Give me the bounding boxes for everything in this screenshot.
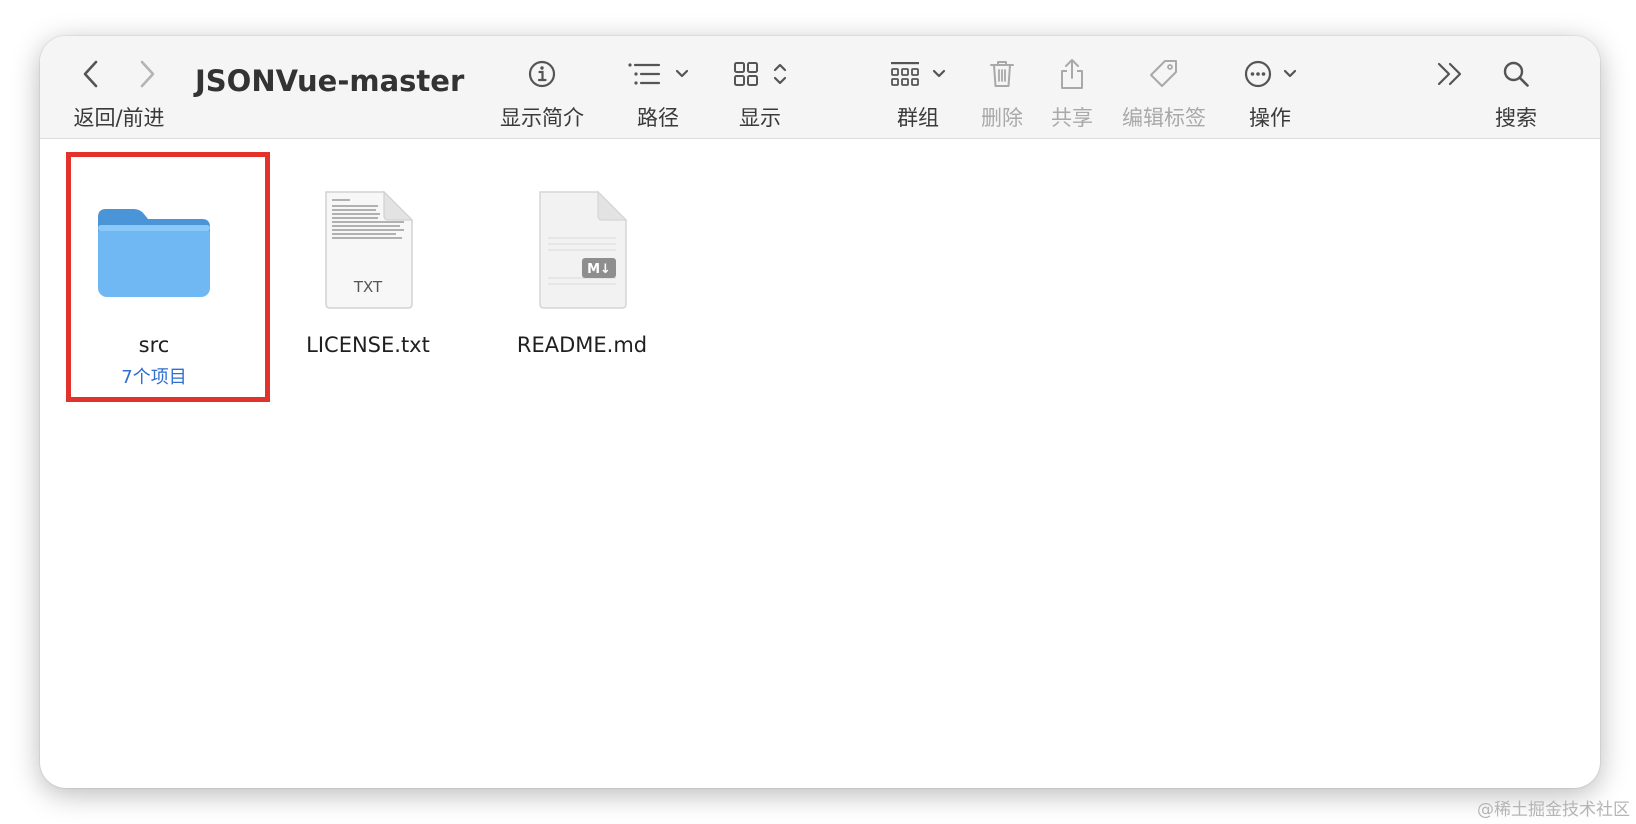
toolbar: 返回/前进 JSONVue-master 显示简介 路径 显示 群组 删除 共享… bbox=[40, 36, 1600, 139]
file-item-license[interactable]: TXT LICENSE.txt bbox=[268, 179, 468, 357]
share-button[interactable]: 共享 bbox=[1032, 36, 1112, 138]
path-label: 路径 bbox=[637, 106, 679, 130]
list-path-icon bbox=[628, 63, 661, 85]
group-label: 群组 bbox=[897, 106, 939, 130]
trash-icon bbox=[990, 61, 1014, 87]
file-name: README.md bbox=[516, 333, 648, 357]
file-item-readme[interactable]: M↓ README.md bbox=[482, 179, 682, 357]
delete-button[interactable]: 删除 bbox=[962, 36, 1042, 138]
search-icon bbox=[1503, 61, 1529, 87]
file-name: LICENSE.txt bbox=[306, 333, 430, 357]
share-icon bbox=[1061, 59, 1083, 89]
chevron-down-icon bbox=[1283, 69, 1297, 78]
info-button[interactable]: 显示简介 bbox=[492, 36, 592, 138]
window-title: JSONVue-master bbox=[195, 64, 465, 98]
edit-tags-button[interactable]: 编辑标签 bbox=[1112, 36, 1216, 138]
action-label: 操作 bbox=[1249, 106, 1291, 130]
edit-tags-label: 编辑标签 bbox=[1122, 106, 1206, 130]
info-icon bbox=[528, 60, 556, 88]
nav-label: 返回/前进 bbox=[73, 106, 165, 130]
grid-view-icon bbox=[734, 62, 758, 86]
file-browser-area: src 7个项目 TXT LICENSE.txt M↓ README.md bbox=[40, 139, 1600, 788]
view-label: 显示 bbox=[739, 106, 781, 130]
view-button[interactable]: 显示 bbox=[710, 36, 810, 138]
overflow-button[interactable] bbox=[1420, 36, 1480, 138]
highlight-box bbox=[66, 152, 270, 402]
action-button[interactable]: 操作 bbox=[1220, 36, 1320, 138]
group-grid-icon bbox=[891, 62, 919, 86]
search-label: 搜索 bbox=[1495, 106, 1537, 130]
delete-label: 删除 bbox=[981, 106, 1023, 130]
search-button[interactable]: 搜索 bbox=[1476, 36, 1556, 138]
md-badge: M↓ bbox=[587, 262, 611, 277]
forward-chevron-icon[interactable] bbox=[137, 59, 157, 89]
path-button[interactable]: 路径 bbox=[608, 36, 708, 138]
more-options-icon bbox=[1244, 60, 1272, 88]
chevron-down-icon bbox=[675, 69, 689, 78]
info-label: 显示简介 bbox=[500, 106, 584, 130]
chevron-down-icon bbox=[932, 69, 946, 78]
watermark: @稀土掘金技术社区 bbox=[1477, 800, 1630, 820]
finder-window: 返回/前进 JSONVue-master 显示简介 路径 显示 群组 删除 共享… bbox=[40, 36, 1600, 788]
back-chevron-icon[interactable] bbox=[81, 59, 101, 89]
up-down-chevron-icon bbox=[773, 63, 787, 85]
markdown-file-icon: M↓ bbox=[539, 190, 628, 309]
tag-icon bbox=[1150, 60, 1177, 87]
share-label: 共享 bbox=[1051, 106, 1093, 130]
double-chevron-right-icon bbox=[1437, 62, 1462, 86]
txt-badge: TXT bbox=[353, 278, 383, 296]
nav-group: 返回/前进 bbox=[60, 36, 178, 138]
group-button[interactable]: 群组 bbox=[868, 36, 968, 138]
text-file-icon: TXT bbox=[325, 190, 414, 309]
